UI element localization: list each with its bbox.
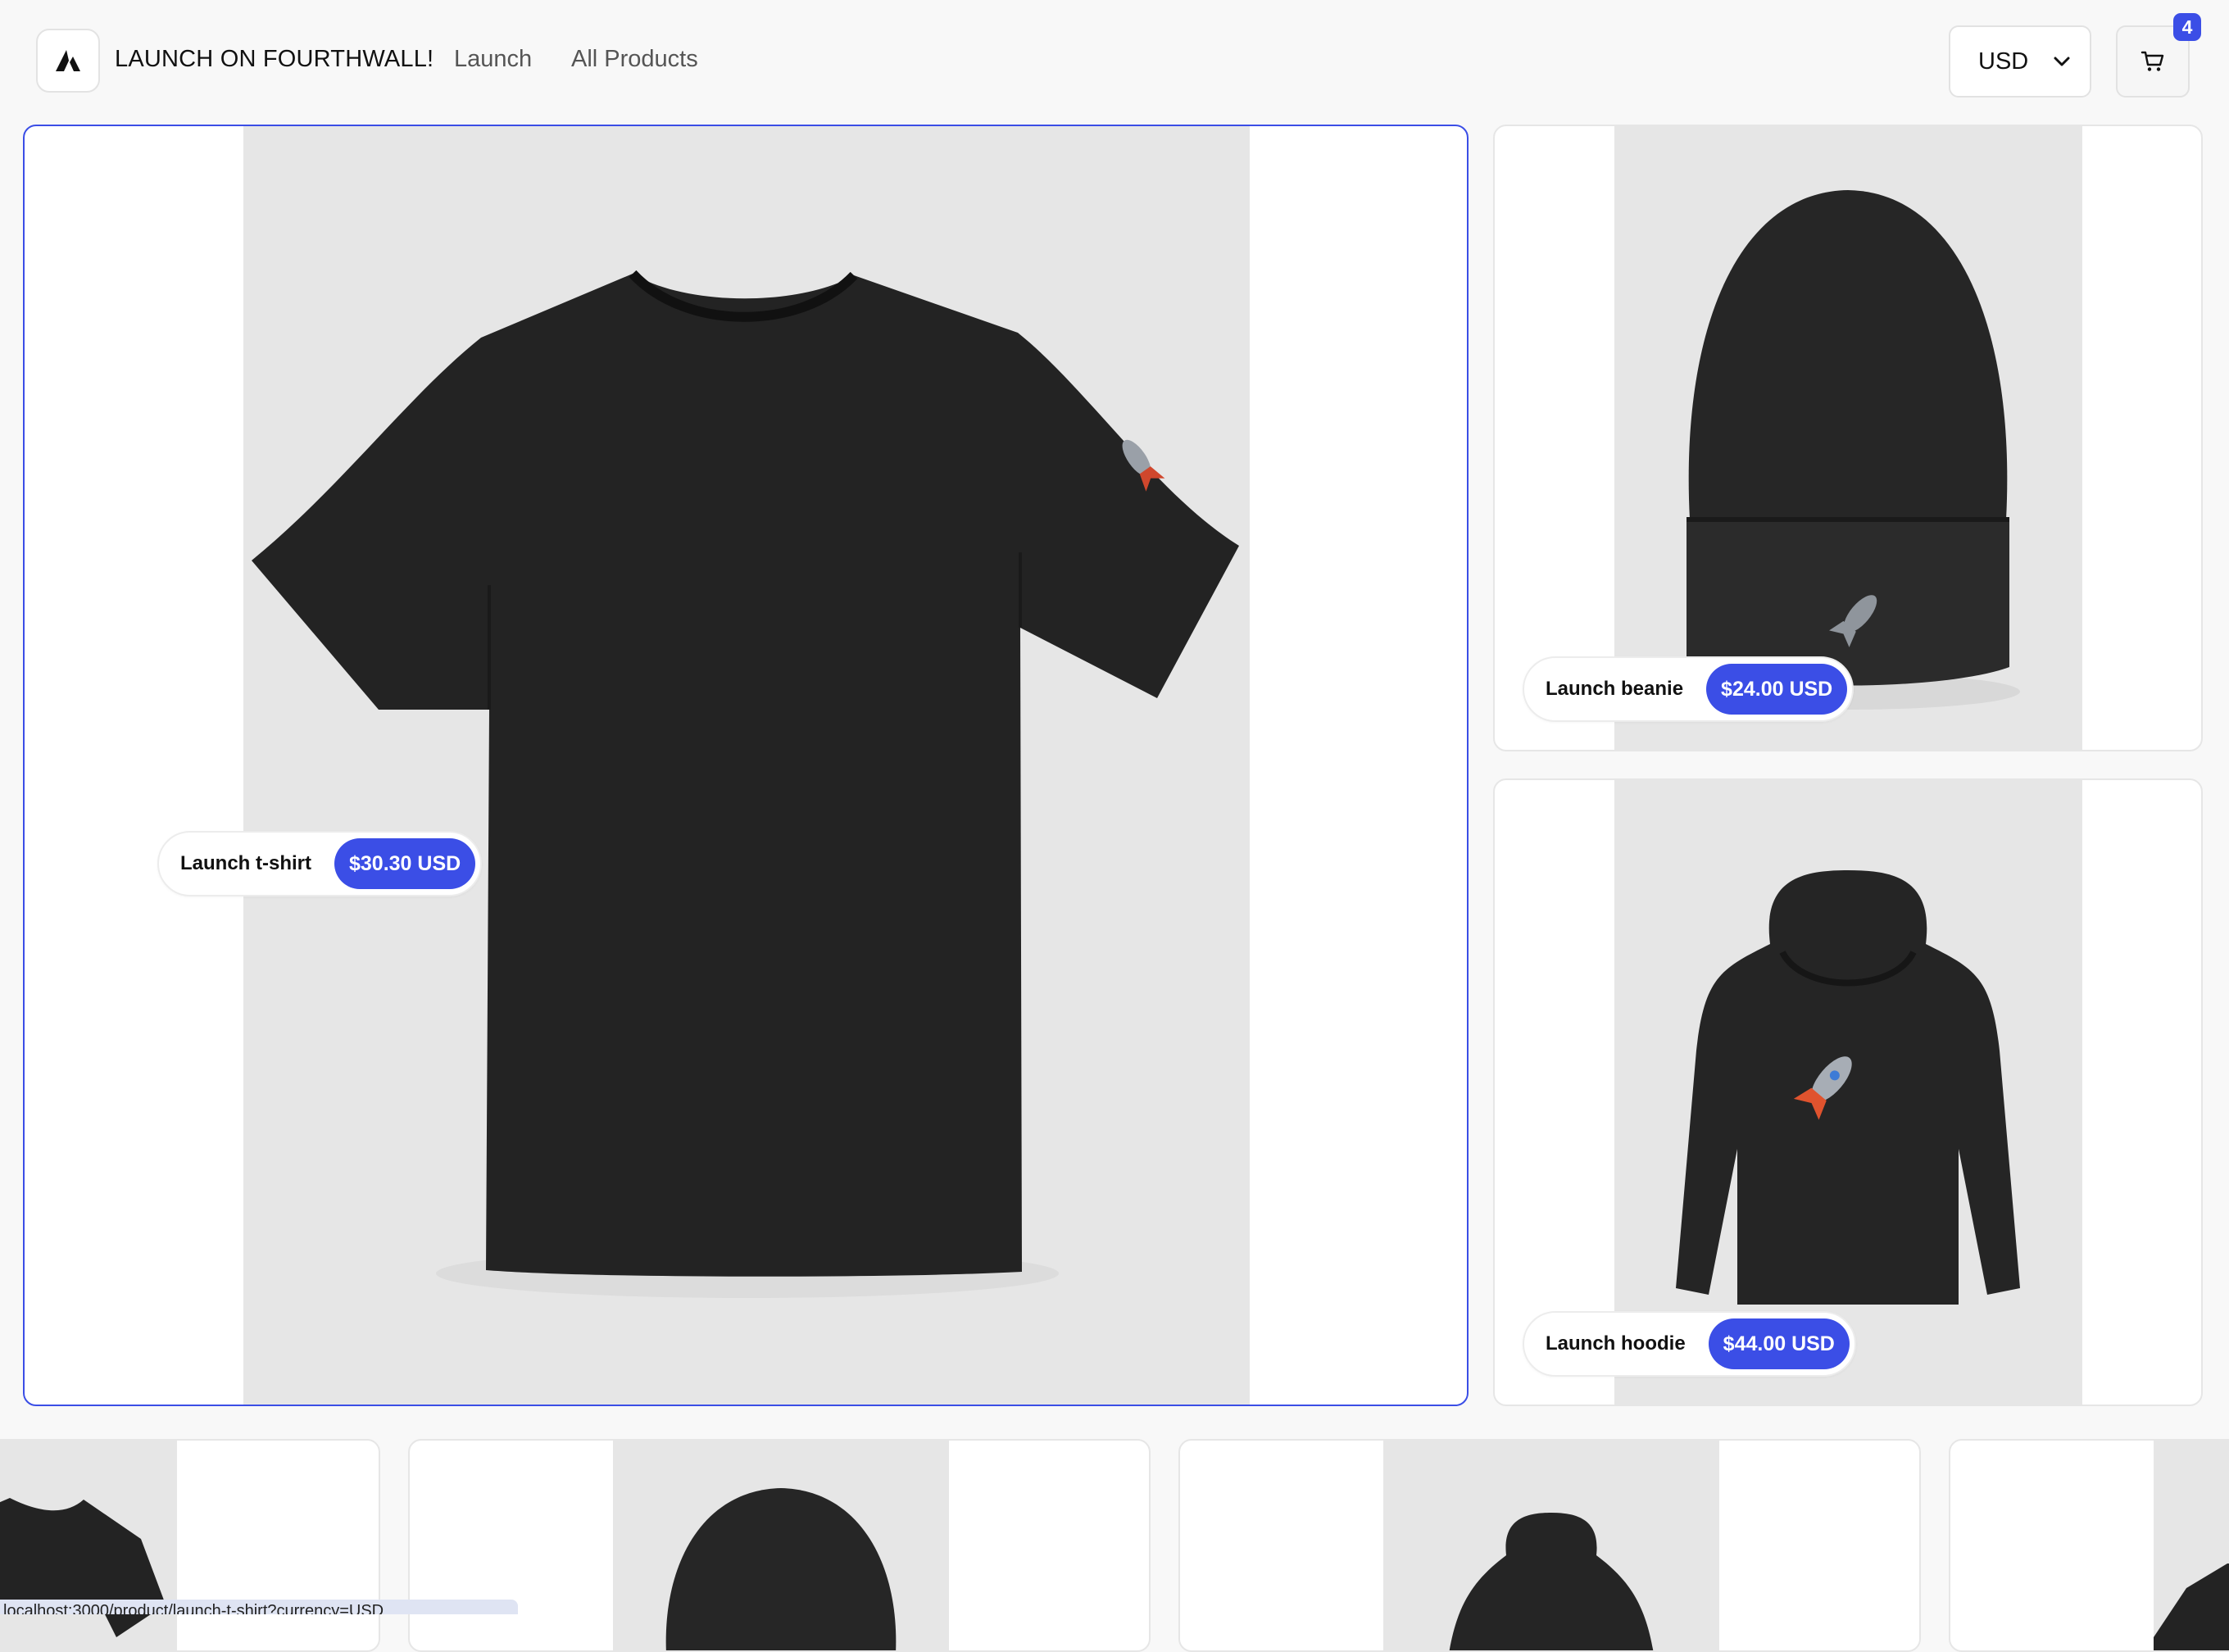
product-card-hoodie[interactable]: Launch hoodie $44.00 USD bbox=[1493, 778, 2203, 1406]
store-logo-button[interactable] bbox=[36, 29, 100, 93]
store-title[interactable]: LAUNCH ON FOURTHWALL! bbox=[115, 46, 434, 73]
tshirt-thumb-image bbox=[0, 1498, 166, 1637]
carousel-image-tshirt-2 bbox=[2154, 1441, 2229, 1650]
product-name: Launch t-shirt bbox=[180, 852, 311, 874]
product-name: Launch beanie bbox=[1546, 678, 1684, 700]
site-header: LAUNCH ON FOURTHWALL! Launch All Product… bbox=[0, 0, 2229, 125]
hoodie-thumb-image bbox=[1449, 1513, 1654, 1650]
carousel-image-hoodie bbox=[1383, 1441, 1719, 1650]
carousel-image-tshirt bbox=[0, 1441, 177, 1650]
carousel-item-tshirt[interactable] bbox=[0, 1439, 380, 1652]
product-price: $24.00 USD bbox=[1706, 664, 1848, 715]
product-price: $44.00 USD bbox=[1708, 1318, 1850, 1369]
tshirt-image bbox=[252, 270, 1239, 1298]
product-label-beanie[interactable]: Launch beanie $24.00 USD bbox=[1523, 656, 1854, 722]
product-card-beanie[interactable]: Launch beanie $24.00 USD bbox=[1493, 125, 2203, 751]
cart-count-badge: 4 bbox=[2173, 13, 2201, 41]
product-name: Launch hoodie bbox=[1546, 1332, 1686, 1355]
product-label-hoodie[interactable]: Launch hoodie $44.00 USD bbox=[1523, 1311, 1856, 1377]
link-preview-status: localhost:3000/product/launch-t-shirt?cu… bbox=[0, 1600, 518, 1614]
nav-link-all-products[interactable]: All Products bbox=[571, 46, 698, 73]
currency-value: USD bbox=[1978, 48, 2029, 75]
beanie-thumb-image bbox=[665, 1488, 897, 1650]
product-image-tshirt bbox=[243, 126, 1250, 1405]
product-price: $30.30 USD bbox=[334, 838, 476, 889]
carousel-item-beanie[interactable] bbox=[408, 1439, 1151, 1652]
chevron-down-icon bbox=[2054, 57, 2070, 66]
cart-icon bbox=[2140, 51, 2164, 71]
product-label-tshirt[interactable]: Launch t-shirt $30.30 USD bbox=[157, 831, 483, 896]
product-card-tshirt[interactable]: Launch t-shirt $30.30 USD bbox=[23, 125, 1469, 1406]
carousel-item-tshirt-2[interactable] bbox=[1949, 1439, 2229, 1652]
carousel-image-beanie bbox=[613, 1441, 949, 1650]
currency-select[interactable]: USD bbox=[1949, 25, 2091, 98]
triangle-logo-icon bbox=[56, 50, 80, 71]
tshirt-thumb-image bbox=[2154, 1564, 2229, 1650]
carousel-item-hoodie[interactable] bbox=[1178, 1439, 1921, 1652]
nav-link-launch[interactable]: Launch bbox=[454, 46, 532, 73]
